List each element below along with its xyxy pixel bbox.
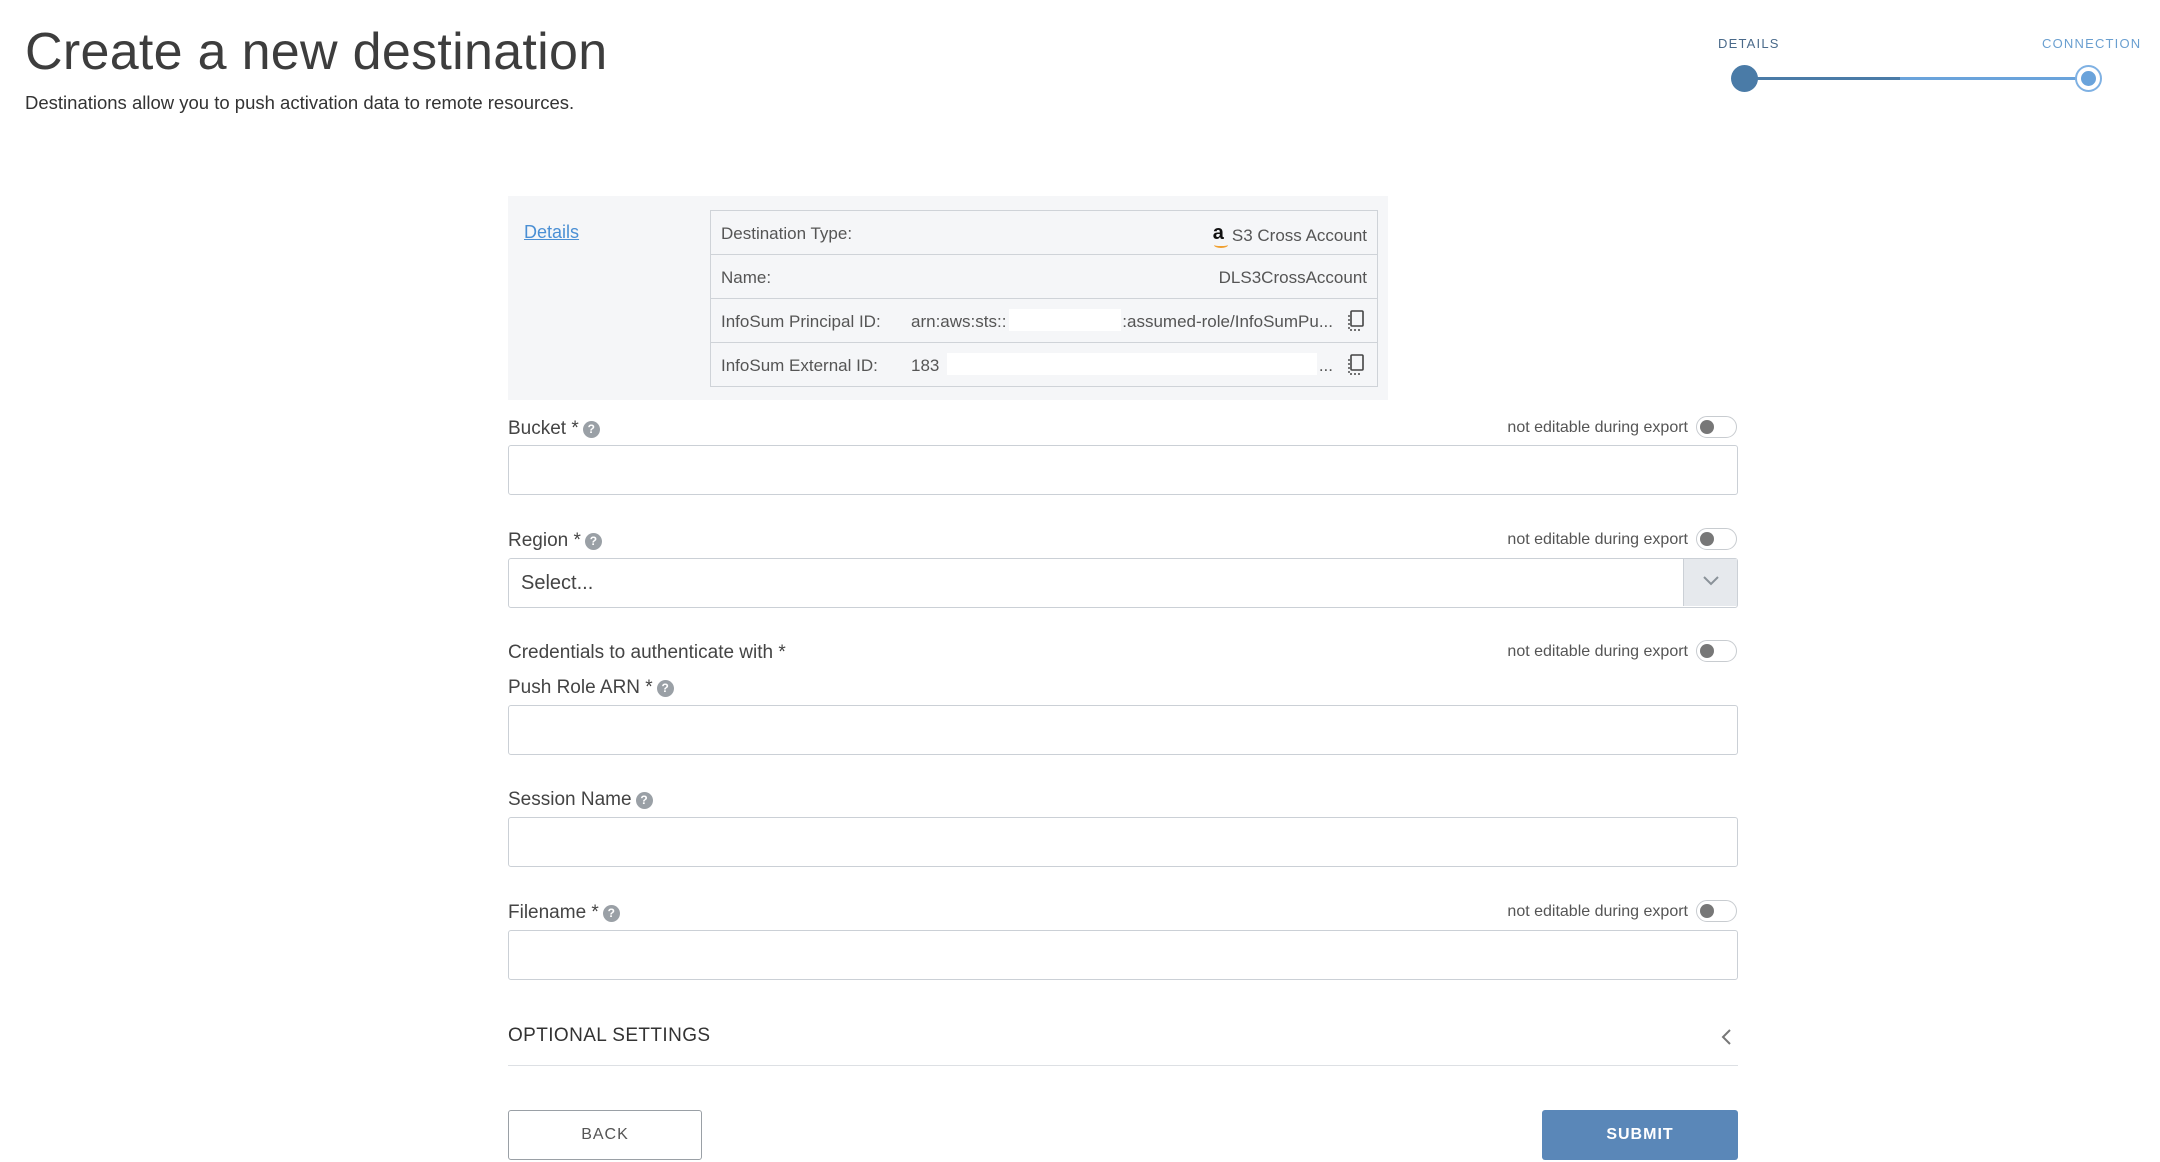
step-details-label: DETAILS — [1718, 36, 1780, 51]
help-icon[interactable]: ? — [635, 792, 653, 809]
progress-stepper: DETAILS CONNECTION — [1700, 30, 2150, 100]
external-id-suffix: ... — [1318, 356, 1333, 375]
help-icon[interactable]: ? — [584, 533, 602, 550]
page-title: Create a new destination — [25, 23, 608, 81]
region-select[interactable]: Select... — [508, 558, 1738, 608]
step-connection-dot[interactable] — [2075, 65, 2102, 92]
chevron-down-icon — [1703, 576, 1719, 586]
filename-label: Filename *? — [508, 902, 620, 924]
details-link[interactable]: Details — [524, 222, 579, 243]
session-name-label: Session Name? — [508, 789, 653, 811]
help-icon[interactable]: ? — [656, 680, 674, 697]
details-key: Name: — [721, 268, 772, 287]
copy-icon[interactable] — [1347, 354, 1365, 376]
bucket-lock-toggle[interactable] — [1696, 416, 1737, 438]
details-value: DLS3CrossAccount — [1218, 268, 1367, 287]
principal-id-prefix: arn:aws:sts:: — [911, 312, 1007, 331]
details-row-name: Name: DLS3CrossAccount — [711, 255, 1377, 299]
details-table: Destination Type: a S3 Cross Account Name… — [710, 210, 1378, 387]
principal-id-suffix: :assumed-role/InfoSumPu... — [1122, 312, 1333, 331]
push-role-arn-input[interactable] — [508, 705, 1738, 755]
not-editable-text: not editable during export — [1507, 643, 1688, 660]
step-details-dot[interactable] — [1731, 65, 1758, 92]
external-id-prefix: 183 — [911, 356, 940, 375]
step-line-active — [1900, 77, 2084, 80]
details-row-destination-type: Destination Type: a S3 Cross Account — [711, 211, 1377, 255]
push-role-arn-label: Push Role ARN *? — [508, 677, 674, 699]
dropdown-toggle[interactable] — [1683, 559, 1737, 606]
details-key: Destination Type: — [721, 224, 853, 243]
submit-button[interactable]: SUBMIT — [1542, 1110, 1738, 1160]
details-key: InfoSum External ID: — [721, 356, 878, 375]
region-lock-toggle[interactable] — [1696, 528, 1737, 550]
not-editable-text: not editable during export — [1507, 531, 1688, 548]
filename-input[interactable] — [508, 930, 1738, 980]
copy-icon[interactable] — [1347, 310, 1365, 332]
credentials-label: Credentials to authenticate with * — [508, 642, 786, 663]
bucket-input[interactable] — [508, 445, 1738, 495]
amazon-icon: a — [1212, 222, 1228, 248]
redaction-mask — [1009, 309, 1121, 331]
details-key: InfoSum Principal ID: — [721, 312, 881, 331]
credentials-lock-toggle[interactable] — [1696, 640, 1737, 662]
not-editable-text: not editable during export — [1507, 419, 1688, 436]
region-select-placeholder: Select... — [521, 572, 594, 594]
bucket-label: Bucket *? — [508, 418, 600, 440]
details-summary-panel: Details Destination Type: a S3 Cross Acco… — [508, 196, 1388, 400]
not-editable-text: not editable during export — [1507, 903, 1688, 920]
optional-settings-toggle[interactable]: OPTIONAL SETTINGS — [508, 1010, 1738, 1066]
details-row-principal-id: InfoSum Principal ID: arn:aws:sts:: :ass… — [711, 299, 1377, 343]
step-connection-label: CONNECTION — [2042, 36, 2142, 51]
session-name-input[interactable] — [508, 817, 1738, 867]
back-button[interactable]: BACK — [508, 1110, 702, 1160]
chevron-left-icon — [1721, 1029, 1731, 1045]
redaction-mask — [947, 353, 1317, 375]
page-subtitle: Destinations allow you to push activatio… — [25, 92, 575, 113]
filename-lock-toggle[interactable] — [1696, 900, 1737, 922]
optional-settings-label: OPTIONAL SETTINGS — [508, 1025, 711, 1046]
details-value: a S3 Cross Account — [1212, 222, 1367, 248]
help-icon[interactable]: ? — [602, 905, 620, 922]
region-label: Region *? — [508, 530, 602, 552]
details-row-external-id: InfoSum External ID: 183 ... — [711, 343, 1377, 386]
help-icon[interactable]: ? — [582, 421, 600, 438]
